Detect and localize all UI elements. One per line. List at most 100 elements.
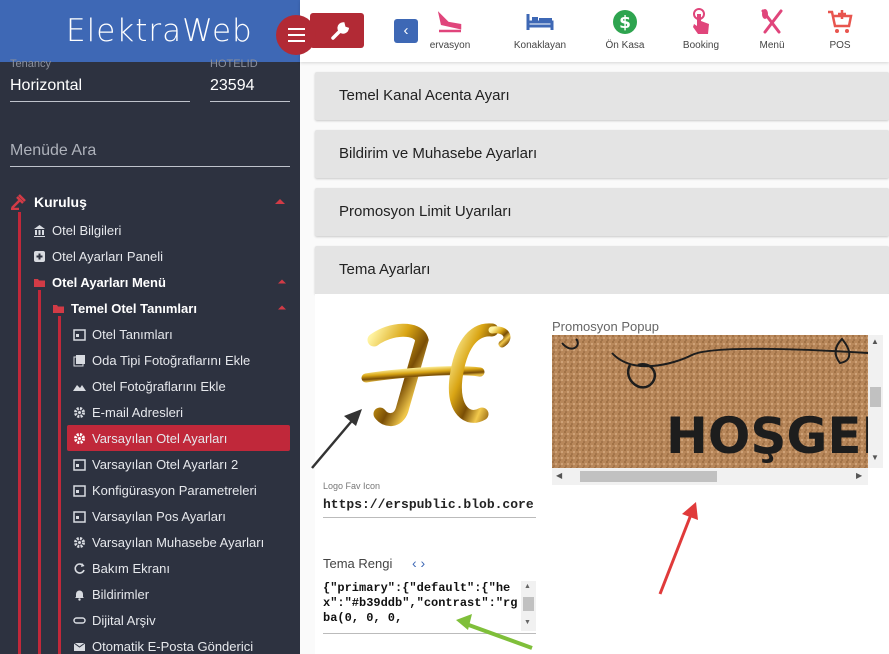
tema-rengi-label: Tema Rengi xyxy=(323,556,393,571)
sidebar-item-oda-tipi-fotograflari[interactable]: Oda Tipi Fotoğraflarını Ekle xyxy=(73,347,250,373)
sidebar-item-email-adresleri[interactable]: E-mail Adresleri xyxy=(73,399,183,425)
hamburger-icon xyxy=(288,28,305,30)
chevron-up-icon[interactable] xyxy=(278,279,286,284)
gear-icon xyxy=(74,536,85,548)
sidebar-item-label: Temel Otel Tanımları xyxy=(71,300,197,316)
utensils-icon xyxy=(761,9,783,34)
toolbar-pos[interactable]: POS xyxy=(800,4,880,51)
mountain-icon xyxy=(73,384,86,391)
tema-rengi-textarea[interactable]: {"primary":{"default":{"hex":"#b39ddb","… xyxy=(323,581,521,631)
sidebar-item-otel-fotograflari[interactable]: Otel Fotoğraflarını Ekle xyxy=(73,373,226,399)
toolbar-rezervasyon[interactable]: ervasyon xyxy=(410,4,490,51)
folder-open-icon xyxy=(53,304,64,313)
toolbar-label: POS xyxy=(829,40,851,51)
logo-fav-icon-label: Logo Fav Icon xyxy=(323,481,381,491)
sidebar-item-varsayilan-otel-ayarlari-2[interactable]: Varsayılan Otel Ayarları 2 xyxy=(73,451,238,477)
calendar-icon xyxy=(73,328,86,341)
cart-icon xyxy=(828,10,853,33)
brand-logo-text: ElektraWeb xyxy=(66,13,253,49)
bed-icon xyxy=(526,14,554,30)
refresh-icon xyxy=(74,562,85,574)
sidebar-item-bakim-ekrani[interactable]: Bakım Ekranı xyxy=(73,555,170,581)
sidebar-item-varsayilan-pos-ayarlari[interactable]: Varsayılan Pos Ayarları xyxy=(73,503,226,529)
tree-line xyxy=(18,212,21,654)
panel-tema-ayarlari[interactable]: Tema Ayarları xyxy=(315,246,889,294)
sidebar-item-otomatik-eposta[interactable]: Otomatik E-Posta Gönderici xyxy=(73,633,253,654)
sidebar-item-temel-otel-tanimlari[interactable]: Temel Otel Tanımları xyxy=(52,295,197,321)
sidebar-item-label: Varsayılan Otel Ayarları 2 xyxy=(92,456,239,472)
link-icon xyxy=(73,616,86,624)
touch-icon xyxy=(693,8,709,34)
sidebar-item-label: Otel Fotoğraflarını Ekle xyxy=(92,378,226,394)
promo-image-text: HOŞGEL xyxy=(666,407,868,465)
bell-icon xyxy=(75,590,84,601)
toolbar-on-kasa[interactable]: $ Ön Kasa xyxy=(585,4,665,51)
sidebar-item-label: Varsayılan Muhasebe Ayarları xyxy=(92,534,265,550)
hotel-id-label: HOTELID xyxy=(210,58,258,70)
tree-line xyxy=(38,290,41,654)
folder-open-icon xyxy=(34,278,45,287)
chevron-left-icon: ‹ xyxy=(403,22,409,39)
hamburger-menu-button[interactable] xyxy=(276,15,316,55)
sidebar-item-otel-ayarlari-paneli[interactable]: Otel Ayarları Paneli xyxy=(33,243,163,269)
toolbar-konaklayan[interactable]: Konaklayan xyxy=(500,4,580,51)
sidebar-item-kurulus[interactable]: Kuruluş xyxy=(10,189,87,215)
sidebar-item-label: Dijital Arşiv xyxy=(92,612,156,628)
hotel-logo-image xyxy=(361,323,511,426)
sidebar-item-label: Bildirimler xyxy=(92,586,150,602)
gallery-icon xyxy=(73,354,85,366)
sidebar-item-otel-tanimlari[interactable]: Otel Tanımları xyxy=(73,321,173,347)
sidebar-item-otel-ayarlari-menu[interactable]: Otel Ayarları Menü xyxy=(33,269,166,295)
sidebar-item-label: Konfigürasyon Parametreleri xyxy=(92,482,257,498)
panel-temel-kanal-acenta[interactable]: Temel Kanal Acenta Ayarı xyxy=(315,72,889,120)
sidebar-item-varsayilan-muhasebe-ayarlari[interactable]: Varsayılan Muhasebe Ayarları xyxy=(73,529,264,555)
promosyon-popup-label: Promosyon Popup xyxy=(552,319,659,334)
sidebar-item-varsayilan-otel-ayarlari[interactable]: Varsayılan Otel Ayarları xyxy=(67,425,290,451)
mail-icon xyxy=(73,642,86,651)
panel-promosyon-limit[interactable]: Promosyon Limit Uyarıları xyxy=(315,188,889,236)
svg-text:$: $ xyxy=(619,13,631,33)
toolbar-booking[interactable]: Booking xyxy=(661,4,741,51)
sidebar-item-label: Oda Tipi Fotoğraflarını Ekle xyxy=(92,352,251,368)
sidebar-item-label: E-mail Adresleri xyxy=(92,404,184,420)
calendar-icon xyxy=(73,510,86,523)
tema-textarea-scrollbar[interactable]: ▲ ▼ xyxy=(521,581,536,631)
sidebar-item-label: Varsayılan Otel Ayarları xyxy=(92,430,228,446)
sidebar-item-label: Otel Ayarları Paneli xyxy=(52,248,164,264)
sidebar-item-dijital-arsiv[interactable]: Dijital Arşiv xyxy=(73,607,156,633)
sidebar-item-konfigurasyon-parametreleri[interactable]: Konfigürasyon Parametreleri xyxy=(73,477,257,503)
settings-tool-button[interactable] xyxy=(310,13,364,48)
bank-icon xyxy=(34,224,45,237)
gear-icon xyxy=(74,432,85,444)
tema-rengi-underline xyxy=(323,633,536,634)
sidebar-item-label: Varsayılan Pos Ayarları xyxy=(92,508,226,524)
plane-landing-icon xyxy=(438,11,462,33)
brand-header: ElektraWeb xyxy=(0,0,300,62)
calendar-icon xyxy=(73,458,86,471)
plus-box-icon xyxy=(34,250,45,262)
chevron-up-icon[interactable] xyxy=(275,199,285,204)
tenancy-select[interactable]: Horizontal xyxy=(10,77,190,102)
chevron-up-icon[interactable] xyxy=(278,305,286,310)
sidebar-item-label: Otel Bilgileri xyxy=(52,222,122,238)
code-view-icon[interactable]: ‹ › xyxy=(412,555,425,571)
gavel-icon xyxy=(11,194,26,210)
sidebar-item-label: Otel Tanımları xyxy=(92,326,173,342)
logo-fav-icon-input[interactable]: https://erspublic.blob.core.windows.net xyxy=(323,497,536,518)
wrench-icon xyxy=(331,22,350,40)
sidebar-item-label: Kuruluş xyxy=(34,194,87,210)
sidebar-item-label: Otel Ayarları Menü xyxy=(52,274,166,290)
tree-line xyxy=(58,316,61,654)
sidebar-item-otel-bilgileri[interactable]: Otel Bilgileri xyxy=(33,217,121,243)
sidebar-item-bildirimler[interactable]: Bildirimler xyxy=(73,581,149,607)
panel-bildirim-muhasebe[interactable]: Bildirim ve Muhasebe Ayarları xyxy=(315,130,889,178)
hotel-id-field[interactable]: 23594 xyxy=(210,77,290,102)
promo-vertical-scrollbar[interactable]: ▲ ▼ xyxy=(868,335,883,468)
gear-icon xyxy=(74,406,85,418)
promo-horizontal-scrollbar[interactable]: ◀ ▶ xyxy=(552,468,868,485)
toolbar-label: ervasyon xyxy=(429,40,471,51)
sidebar: ElektraWeb Tenancy HOTELID Horizontal 23… xyxy=(0,0,300,654)
sidebar-item-label: Otomatik E-Posta Gönderici xyxy=(92,638,254,654)
menu-search-input[interactable]: Menüde Ara xyxy=(10,142,290,167)
promosyon-popup-image: HOŞGEL xyxy=(552,335,868,468)
